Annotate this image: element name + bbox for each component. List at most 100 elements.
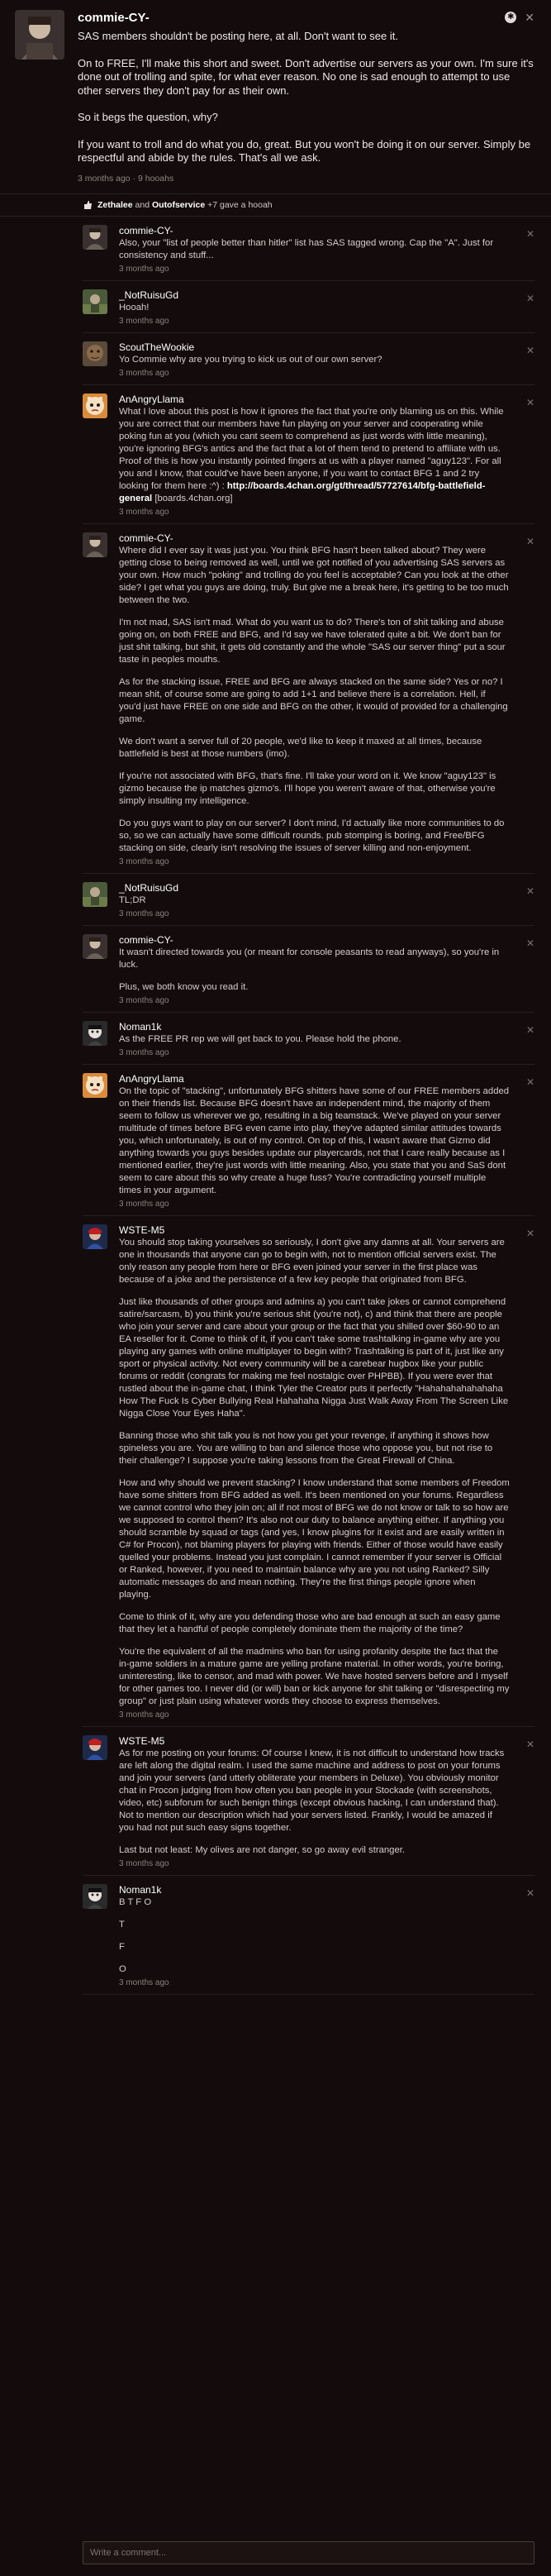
comment-time[interactable]: 3 months ago [119,368,510,379]
comment-author[interactable]: WSTE-M5 [119,1735,510,1748]
comment-text: Last but not least: My olives are not da… [119,1844,406,1855]
comment-time[interactable]: 3 months ago [119,507,510,518]
comment-body: AnAngryLlama On the topic of "stacking", … [119,1073,534,1210]
comment-text: Banning those who shit talk you is not h… [119,1430,493,1466]
hooah-user-1[interactable]: Zethalee [97,200,133,210]
comment-author[interactable]: commie-CY- [119,225,510,237]
comment-author[interactable]: commie-CY- [119,532,510,545]
comment-author[interactable]: commie-CY- [119,934,510,947]
comment-close-icon[interactable]: ✕ [526,1024,534,1036]
comment: WSTE-M5 As for me posting on your forums:… [83,1727,534,1876]
comment-close-icon[interactable]: ✕ [526,536,534,547]
close-icon[interactable]: ✕ [525,12,534,23]
comment-time[interactable]: 3 months ago [119,856,510,868]
comment-avatar[interactable] [83,532,107,557]
hooah-user-2[interactable]: Outofservice [152,200,205,210]
comment-text: As for the stacking issue, FREE and BFG … [119,676,508,724]
comment-author[interactable]: _NotRuisuGd [119,882,510,894]
comment-author[interactable]: WSTE-M5 [119,1224,510,1237]
comment-body: Noman1k As the FREE PR rep we will get ba… [119,1021,534,1059]
comment: ScoutTheWookie Yo Commie why are you tryi… [83,333,534,385]
comment-close-icon[interactable]: ✕ [526,1076,534,1088]
comment-author[interactable]: AnAngryLlama [119,394,510,406]
comment: commie-CY- It wasn't directed towards you… [83,926,534,1013]
comment-body: WSTE-M5 You should stop taking yourselves… [119,1224,534,1721]
comment-close-icon[interactable]: ✕ [526,1739,534,1750]
comment-text: B T F O [119,1896,152,1907]
comment-close-icon[interactable]: ✕ [526,885,534,897]
comment: WSTE-M5 You should stop taking yourselves… [83,1216,534,1727]
comment-author[interactable]: ScoutTheWookie [119,341,510,354]
comment-avatar[interactable] [83,224,107,250]
comment-close-icon[interactable]: ✕ [526,1228,534,1239]
comment-link-domain: [boards.4chan.org] [152,493,233,503]
hooah-and: and [135,199,150,210]
comment-close-icon[interactable]: ✕ [526,397,534,408]
comment-time[interactable]: 3 months ago [119,1977,510,1989]
comment: _NotRuisuGd TL;DR 3 months ago ✕ [83,874,534,926]
comment-body: _NotRuisuGd TL;DR 3 months ago [119,882,534,920]
comment-avatar[interactable] [83,1020,107,1046]
op-avatar[interactable] [15,10,64,60]
comment-body: AnAngryLlama What I love about this post … [119,394,534,518]
comment-time[interactable]: 3 months ago [119,995,510,1007]
comment-text: How and why should we prevent stacking? … [119,1477,510,1600]
comment-input[interactable] [83,2542,534,2564]
comment-body: ScoutTheWookie Yo Commie why are you tryi… [119,341,534,379]
comment-avatar[interactable] [83,881,107,907]
comment-time[interactable]: 3 months ago [119,1710,510,1721]
op-time[interactable]: 3 months ago [78,174,131,184]
comment-author[interactable]: Noman1k [119,1021,510,1033]
comment-time[interactable]: 3 months ago [119,1047,510,1059]
op-paragraph: If you want to troll and do what you do,… [78,137,534,165]
comment-close-icon[interactable]: ✕ [526,228,534,240]
comment: AnAngryLlama What I love about this post … [83,385,534,524]
comment-author[interactable]: AnAngryLlama [119,1073,510,1085]
comment-avatar[interactable] [83,289,107,314]
hooah-icon [84,200,92,209]
hooah-summary: Zethalee and Outofservice +7 gave a hooa… [0,194,551,217]
comment-body: Noman1k B T F O TFO 3 months ago [119,1884,534,1989]
comment-avatar[interactable] [83,1734,107,1760]
comment: commie-CY- Also, your "list of people bet… [83,217,534,281]
comment-composer[interactable] [83,2541,534,2564]
comment-text: Just like thousands of other groups and … [119,1296,509,1419]
comment-text: Do you guys want to play on our server? … [119,818,505,853]
comment-avatar[interactable] [83,341,107,366]
comment-text: Also, your "list of people better than h… [119,237,494,260]
comment: _NotRuisuGd Hooah! 3 months ago ✕ [83,281,534,333]
comment-text: Come to think of it, why are you defendi… [119,1611,501,1634]
comment-text: You should stop taking yourselves so ser… [119,1237,505,1285]
comment-close-icon[interactable]: ✕ [526,1887,534,1899]
comment-author[interactable]: Noman1k [119,1884,510,1896]
comment: Noman1k As the FREE PR rep we will get ba… [83,1013,534,1065]
comment-close-icon[interactable]: ✕ [526,937,534,949]
op-author[interactable]: commie-CY- [78,10,536,26]
comment-avatar[interactable] [83,1224,107,1249]
comment-avatar[interactable] [83,1072,107,1098]
op-hooah-count[interactable]: 9 hooahs [138,174,173,184]
comment-body: commie-CY- Also, your "list of people bet… [119,225,534,275]
comment-time[interactable]: 3 months ago [119,1858,510,1870]
comment-time[interactable]: 3 months ago [119,264,510,275]
comment-time[interactable]: 3 months ago [119,1199,510,1210]
comment-text: Where did I ever say it was just you. Yo… [119,545,509,605]
comment-author[interactable]: _NotRuisuGd [119,289,510,302]
comment-text: T [119,1919,125,1930]
comment-time[interactable]: 3 months ago [119,909,510,920]
hooah-button[interactable]: ✱ [505,12,517,23]
comment: AnAngryLlama On the topic of "stacking", … [83,1065,534,1216]
comment-avatar[interactable] [83,933,107,959]
comment-avatar[interactable] [83,393,107,418]
comment-text: You're the equivalent of all the madmins… [119,1646,510,1706]
discussion-page: commie-CY- SAS members shouldn't be post… [0,0,551,2576]
comment-list: commie-CY- Also, your "list of people bet… [0,217,551,1995]
hooah-rest[interactable]: +7 gave a hooah [207,200,273,210]
comment-text: Plus, we both know you read it. [119,981,249,992]
comment-time[interactable]: 3 months ago [119,316,510,327]
comment-close-icon[interactable]: ✕ [526,293,534,304]
comment-body: commie-CY- It wasn't directed towards you… [119,934,534,1007]
comment-text-run: What I love about this post is how it ig… [119,406,504,491]
comment-avatar[interactable] [83,1883,107,1909]
comment-close-icon[interactable]: ✕ [526,345,534,356]
